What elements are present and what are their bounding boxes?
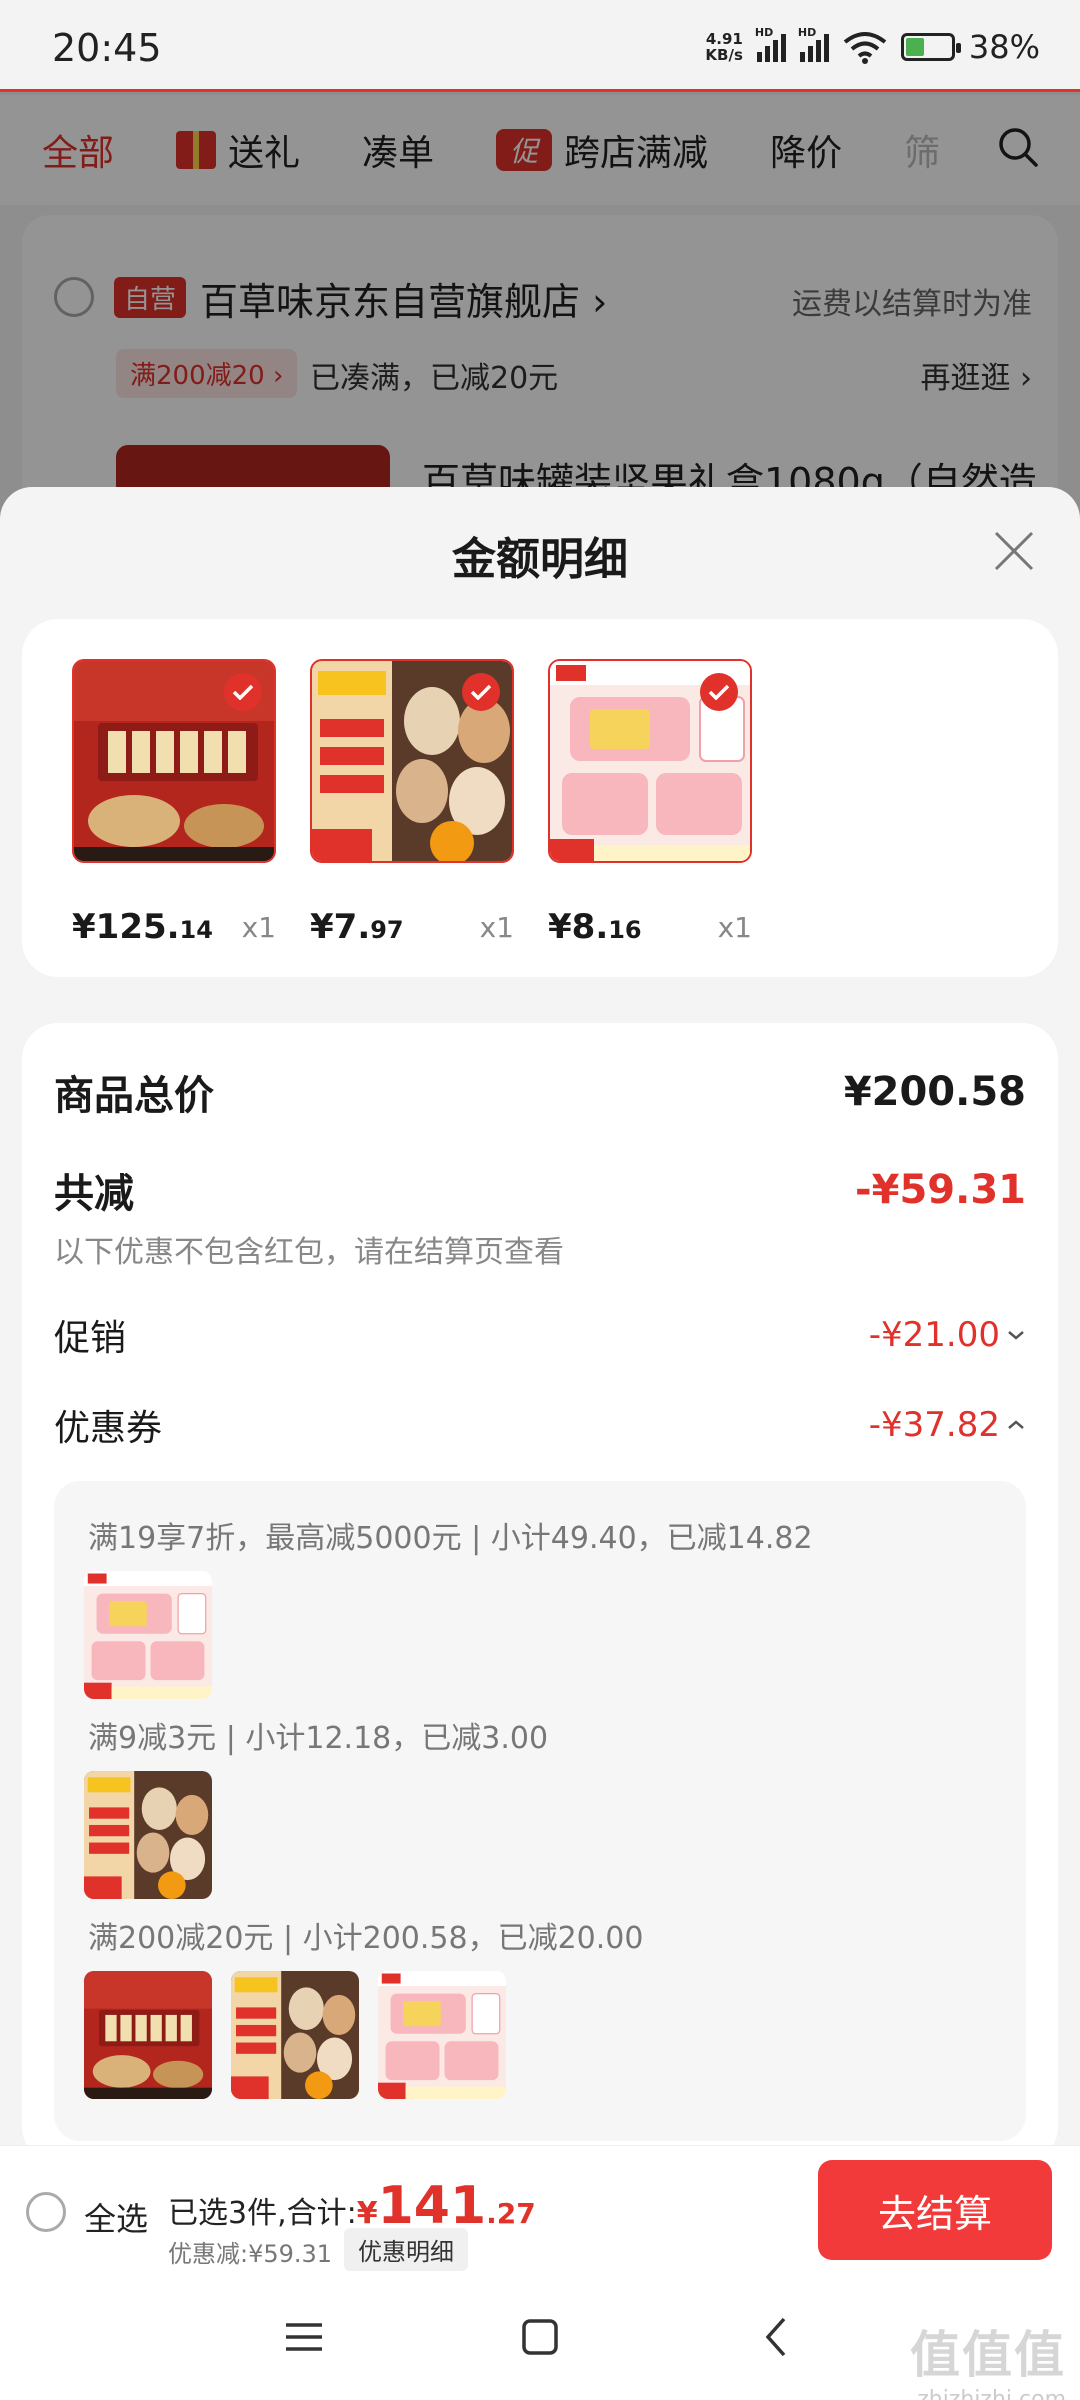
item-nut-gift-box[interactable]: ¥125.14 x1 [72,659,276,947]
item-qty: x1 [241,911,276,944]
coupon-rule: 满200减20元 | 小计200.58，已减20.00 [88,1921,644,1956]
discount-note: 以下优惠不包含红包，请在结算页查看 [54,1235,564,1270]
amount-detail-sheet: 金额明细 ¥125.14 x1 ¥7.97 x1 ¥8.16 x1 商品总价 ¥… [0,487,1080,2400]
check-icon [224,673,262,711]
status-icons: 4.91 KB/s HD HD 38% [705,26,1040,66]
item-eggs[interactable]: ¥7.97 x1 [310,659,514,947]
product-image [548,659,752,863]
goods-total-value: ¥200.58 [843,1069,1026,1115]
status-time: 20:45 [52,26,162,70]
watermark: 值值值 zhizhizhi.com [910,2326,1066,2400]
coupon-item-thumbnail [231,1971,359,2099]
goods-total-row: 商品总价 ¥200.58 [54,1069,1026,1119]
selection-total: 已选3件,合计:¥141.27 [168,2176,536,2236]
product-image [310,659,514,863]
product-image [72,659,276,863]
back-icon[interactable] [756,2315,800,2359]
check-icon [700,673,738,711]
battery-percent: 38% [968,28,1040,66]
item-price: ¥7.97 [310,907,404,947]
system-nav-bar: 值值值 zhizhizhi.com [0,2275,1080,2400]
select-all-label[interactable]: 全选 [84,2194,148,2240]
coupon-row[interactable]: 优惠券 -¥37.82 [54,1399,1026,1451]
total-discount-value: -¥59.31 [855,1167,1026,1213]
chevron-up-icon [1008,1420,1024,1429]
item-qty: x1 [479,911,514,944]
total-discount-row: 共减 -¥59.31 [54,1167,1026,1217]
screen: 20:45 4.91 KB/s HD HD 38% 全部 送礼 凑单 促跨店满减… [0,0,1080,2400]
signal-icon: HD [755,26,786,62]
discount-detail-button[interactable]: 优惠明细 [344,2228,468,2271]
coupon-rule: 满19享7折，最高减5000元 | 小计49.40，已减14.82 [88,1521,813,1556]
network-speed: 4.91 KB/s [705,30,743,64]
coupon-detail-box: 满19享7折，最高减5000元 | 小计49.40，已减14.82 满9减3元 … [54,1481,1026,2141]
coupon-item-thumbnail [378,1971,506,2099]
menu-icon[interactable] [282,2315,326,2359]
coupon-item-thumbnail [84,1771,212,1899]
signal-icon: HD [798,26,829,62]
checkout-bar: 全选 已选3件,合计:¥141.27 优惠减:¥59.31 优惠明细 去结算 [0,2145,1080,2275]
close-icon[interactable] [990,527,1038,575]
item-qty: x1 [717,911,752,944]
price-summary-card: 商品总价 ¥200.58 共减 -¥59.31 以下优惠不包含红包，请在结算页查… [22,1023,1058,2163]
selected-items-card: ¥125.14 x1 ¥7.97 x1 ¥8.16 x1 [22,619,1058,977]
promotion-row[interactable]: 促销 -¥21.00 [54,1309,1026,1361]
checkout-button[interactable]: 去结算 [818,2160,1052,2260]
home-icon[interactable] [518,2315,562,2359]
item-price: ¥8.16 [548,907,642,947]
wifi-icon [843,32,887,64]
discount-summary: 优惠减:¥59.31 [168,2240,333,2268]
select-all-checkbox[interactable] [26,2192,66,2232]
chevron-down-icon [1008,1331,1024,1340]
status-bar: 20:45 4.91 KB/s HD HD 38% [0,0,1080,92]
item-price: ¥125.14 [72,907,213,947]
item-liby-cleaner[interactable]: ¥8.16 x1 [548,659,752,947]
check-icon [462,673,500,711]
coupon-rule: 满9减3元 | 小计12.18，已减3.00 [88,1721,549,1756]
coupon-item-thumbnail [84,1571,212,1699]
coupon-item-thumbnail [84,1971,212,2099]
sheet-title: 金额明细 [452,534,628,585]
battery-icon [900,33,961,61]
